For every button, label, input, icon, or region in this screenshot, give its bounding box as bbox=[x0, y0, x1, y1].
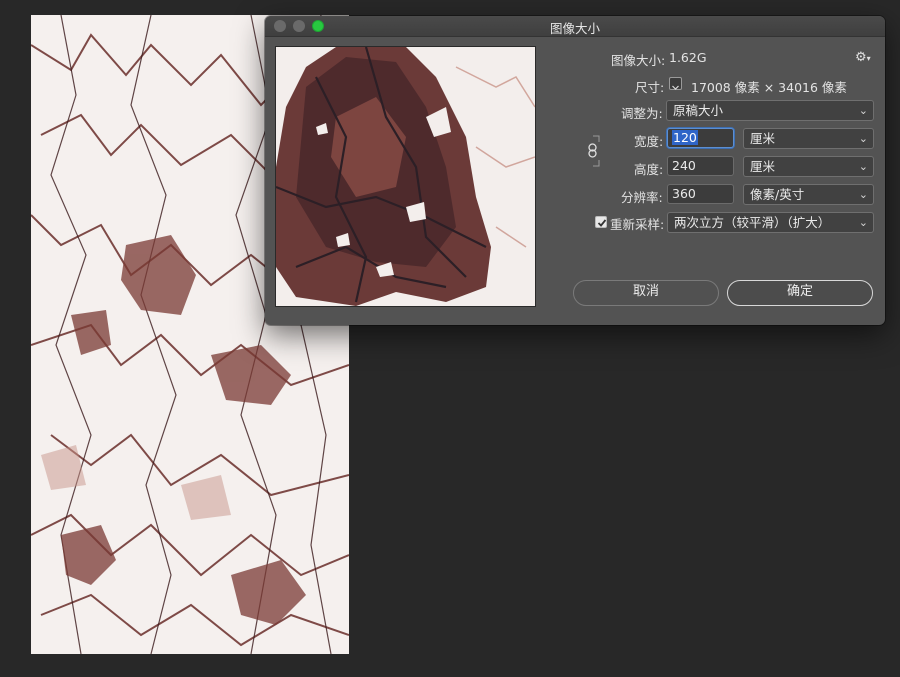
chevron-down-icon: ⌄ bbox=[858, 216, 868, 229]
fit-to-label: 调整为: bbox=[621, 106, 663, 121]
image-size-value: 1.62G bbox=[669, 50, 707, 65]
resample-checkbox[interactable] bbox=[595, 216, 607, 228]
height-label: 高度: bbox=[634, 162, 664, 177]
image-preview[interactable] bbox=[275, 46, 536, 307]
dimensions-unit-dropdown[interactable] bbox=[669, 77, 682, 90]
dimensions-value: 17008 像素 × 34016 像素 bbox=[691, 80, 847, 95]
gear-icon[interactable]: ⚙▾ bbox=[855, 50, 871, 65]
resolution-label: 分辨率: bbox=[621, 190, 663, 205]
image-size-label: 图像大小: bbox=[611, 53, 666, 68]
height-input-value: 240 bbox=[672, 158, 696, 173]
chevron-down-icon: ⌄ bbox=[858, 132, 868, 145]
dialog-title: 图像大小 bbox=[549, 21, 600, 36]
width-input-value: 120 bbox=[672, 130, 698, 145]
resolution-input[interactable]: 360 bbox=[667, 184, 734, 204]
resample-method-value: 两次立方（较平滑）（扩大） bbox=[674, 215, 831, 230]
ok-button-label: 确定 bbox=[786, 284, 813, 299]
image-size-dialog: 图像大小 ⚙▾ 图像大小: 1.62G 尺寸: 17008 像素 × 34016… bbox=[265, 16, 885, 325]
checkmark-icon bbox=[597, 219, 607, 227]
resolution-input-value: 360 bbox=[672, 186, 696, 201]
fit-to-value: 原稿大小 bbox=[673, 103, 724, 118]
resolution-unit-select[interactable]: 像素/英寸 ⌄ bbox=[743, 184, 874, 205]
dialog-titlebar[interactable]: 图像大小 bbox=[265, 16, 885, 37]
chevron-down-icon: ⌄ bbox=[858, 160, 868, 173]
resample-method-select[interactable]: 两次立方（较平滑）（扩大） ⌄ bbox=[667, 212, 874, 233]
height-unit-select[interactable]: 厘米 ⌄ bbox=[743, 156, 874, 177]
chevron-down-icon: ⌄ bbox=[858, 104, 868, 117]
resolution-unit-value: 像素/英寸 bbox=[750, 187, 805, 202]
chevron-down-icon: ⌄ bbox=[858, 188, 868, 201]
preview-marble-image bbox=[276, 47, 535, 306]
width-unit-value: 厘米 bbox=[750, 131, 776, 146]
dimensions-label: 尺寸: bbox=[635, 80, 665, 95]
cancel-button[interactable]: 取消 bbox=[573, 280, 719, 306]
resample-label[interactable]: 重新采样: bbox=[610, 214, 664, 233]
width-label: 宽度: bbox=[634, 134, 664, 149]
height-input[interactable]: 240 bbox=[667, 156, 734, 176]
cancel-button-label: 取消 bbox=[632, 284, 659, 299]
ok-button[interactable]: 确定 bbox=[727, 280, 873, 306]
height-unit-value: 厘米 bbox=[750, 159, 776, 174]
width-input[interactable]: 120 bbox=[667, 128, 734, 148]
chain-link-icon[interactable] bbox=[587, 134, 601, 168]
chevron-down-icon bbox=[672, 85, 679, 90]
width-unit-select[interactable]: 厘米 ⌄ bbox=[743, 128, 874, 149]
fit-to-select[interactable]: 原稿大小 ⌄ bbox=[666, 100, 874, 121]
